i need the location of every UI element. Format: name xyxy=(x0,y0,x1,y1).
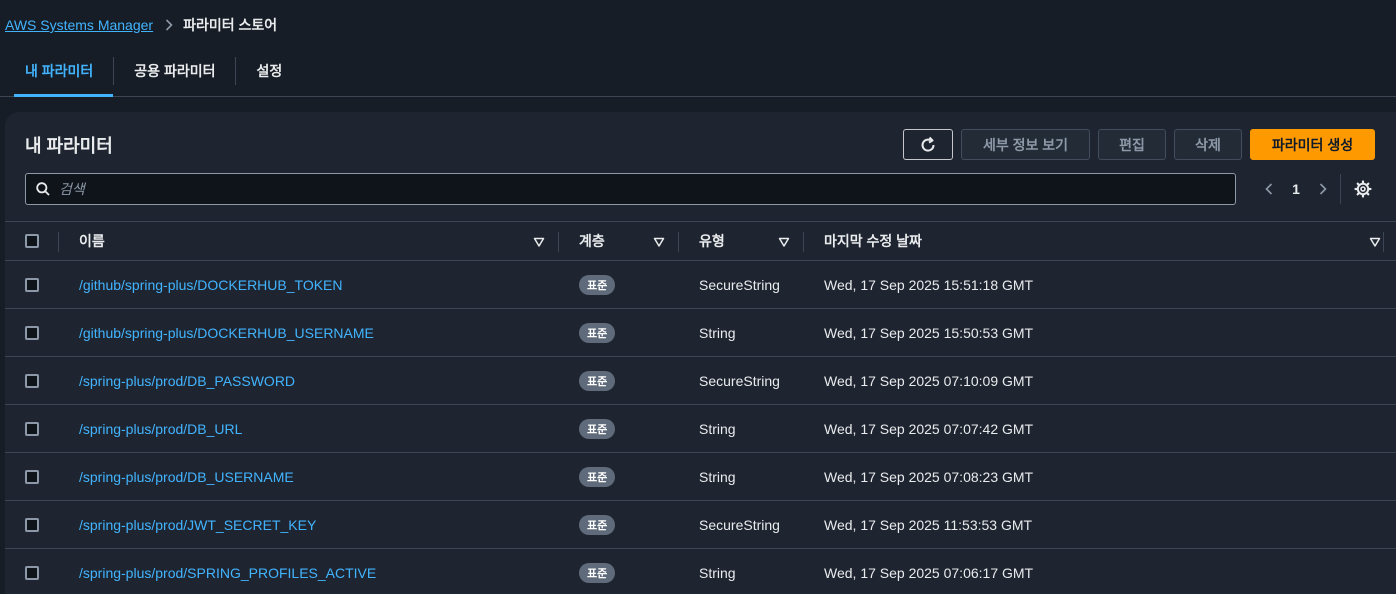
header-last-modified[interactable]: 마지막 수정 날짜 xyxy=(824,222,922,260)
row-select-cell xyxy=(25,501,39,548)
search-placeholder: 검색 xyxy=(59,181,85,197)
tier-badge: 표준 xyxy=(579,562,616,583)
table-row[interactable]: /github/spring-plus/DOCKERHUB_TOKEN 표준 S… xyxy=(5,261,1396,309)
tab-my-parameters[interactable]: 내 파라미터 xyxy=(7,46,114,97)
table-header: 이름 계층 유형 마지막 수정 날짜 xyxy=(5,221,1396,261)
select-all-checkbox[interactable] xyxy=(25,234,39,248)
table-row[interactable]: /spring-plus/prod/DB_USERNAME 표준 String … xyxy=(5,453,1396,501)
create-parameter-button[interactable]: 파라미터 생성 xyxy=(1250,129,1375,160)
column-divider xyxy=(58,232,59,252)
page-number[interactable]: 1 xyxy=(1278,181,1314,197)
header-type[interactable]: 유형 xyxy=(699,222,725,260)
header-tier[interactable]: 계층 xyxy=(579,222,605,260)
edit-button[interactable]: 편집 xyxy=(1098,129,1166,160)
parameter-type: SecureString xyxy=(699,276,780,293)
breadcrumb-current: 파라미터 스토어 xyxy=(183,17,278,33)
row-checkbox[interactable] xyxy=(25,517,39,532)
sort-down-icon[interactable] xyxy=(533,235,545,247)
column-divider xyxy=(1383,232,1384,252)
table-row[interactable]: /github/spring-plus/DOCKERHUB_USERNAME 표… xyxy=(5,309,1396,357)
sort-down-icon[interactable] xyxy=(1369,235,1381,247)
tier-badge: 표준 xyxy=(579,418,616,439)
pagination: 1 xyxy=(1260,179,1332,199)
table-row[interactable]: /spring-plus/prod/SPRING_PROFILES_ACTIVE… xyxy=(5,549,1396,594)
chevron-right-icon[interactable] xyxy=(1314,179,1332,199)
gear-icon[interactable] xyxy=(1353,179,1373,199)
table-row[interactable]: /spring-plus/prod/DB_URL 표준 String Wed, … xyxy=(5,405,1396,453)
header-name[interactable]: 이름 xyxy=(79,222,105,260)
parameter-name-link[interactable]: /github/spring-plus/DOCKERHUB_TOKEN xyxy=(79,277,343,293)
search-icon xyxy=(36,182,50,196)
parameter-type: String xyxy=(699,420,736,437)
tier-badge: 표준 xyxy=(579,322,616,343)
row-checkbox[interactable] xyxy=(25,373,39,388)
row-checkbox[interactable] xyxy=(25,325,39,340)
tier-badge: 표준 xyxy=(579,466,616,487)
row-select-cell xyxy=(25,405,39,452)
last-modified-date: Wed, 17 Sep 2025 07:06:17 GMT xyxy=(824,564,1034,581)
row-checkbox[interactable] xyxy=(25,421,39,436)
row-select-cell xyxy=(25,309,39,356)
table-row[interactable]: /spring-plus/prod/JWT_SECRET_KEY 표준 Secu… xyxy=(5,501,1396,549)
parameter-type: String xyxy=(699,468,736,485)
last-modified-date: Wed, 17 Sep 2025 15:51:18 GMT xyxy=(824,276,1034,293)
parameter-name-link[interactable]: /spring-plus/prod/DB_URL xyxy=(79,421,242,437)
parameter-type: String xyxy=(699,324,736,341)
tier-badge: 표준 xyxy=(579,514,616,535)
row-select-cell xyxy=(25,357,39,404)
parameter-type: SecureString xyxy=(699,372,780,389)
sort-down-icon[interactable] xyxy=(778,235,790,247)
chevron-left-icon[interactable] xyxy=(1260,179,1278,199)
panel-title: 내 파라미터 xyxy=(25,136,113,156)
tier-badge: 표준 xyxy=(579,274,616,295)
parameter-name-link[interactable]: /spring-plus/prod/DB_USERNAME xyxy=(79,469,294,485)
chevron-right-icon xyxy=(165,19,173,31)
tier-badge: 표준 xyxy=(579,370,616,391)
last-modified-date: Wed, 17 Sep 2025 11:53:53 GMT xyxy=(824,516,1033,533)
row-checkbox[interactable] xyxy=(25,277,39,292)
column-divider xyxy=(678,232,679,252)
last-modified-date: Wed, 17 Sep 2025 07:10:09 GMT xyxy=(824,372,1034,389)
last-modified-date: Wed, 17 Sep 2025 07:08:23 GMT xyxy=(824,468,1034,485)
table-body: /github/spring-plus/DOCKERHUB_TOKEN 표준 S… xyxy=(5,261,1396,594)
select-all-cell xyxy=(25,222,39,260)
parameter-name-link[interactable]: /spring-plus/prod/DB_PASSWORD xyxy=(79,373,295,389)
refresh-icon xyxy=(919,136,937,154)
row-checkbox[interactable] xyxy=(25,565,39,580)
column-divider xyxy=(558,232,559,252)
last-modified-date: Wed, 17 Sep 2025 15:50:53 GMT xyxy=(824,324,1034,341)
page: AWS Systems Manager 파라미터 스토어 내 파라미터 공용 파… xyxy=(0,0,1396,594)
tab-bar: 내 파라미터 공용 파라미터 설정 xyxy=(0,46,1396,97)
search-input[interactable]: 검색 xyxy=(25,173,1236,205)
sort-down-icon[interactable] xyxy=(653,235,665,247)
breadcrumb-systems-manager-link[interactable]: AWS Systems Manager xyxy=(5,17,153,33)
delete-button[interactable]: 삭제 xyxy=(1174,129,1242,160)
tab-settings[interactable]: 설정 xyxy=(236,46,302,96)
parameter-name-link[interactable]: /spring-plus/prod/JWT_SECRET_KEY xyxy=(79,517,316,533)
pager-divider xyxy=(1340,174,1341,204)
row-checkbox[interactable] xyxy=(25,469,39,484)
parameters-panel: 내 파라미터 세부 정보 보기 편집 삭제 파라미터 생성 검색 1 이름 계층… xyxy=(5,112,1396,594)
tab-public-parameters[interactable]: 공용 파라미터 xyxy=(114,46,235,96)
parameter-type: String xyxy=(699,564,736,581)
parameter-name-link[interactable]: /spring-plus/prod/SPRING_PROFILES_ACTIVE xyxy=(79,565,376,581)
view-details-button[interactable]: 세부 정보 보기 xyxy=(961,129,1090,160)
last-modified-date: Wed, 17 Sep 2025 07:07:42 GMT xyxy=(824,420,1034,437)
row-select-cell xyxy=(25,549,39,594)
table-row[interactable]: /spring-plus/prod/DB_PASSWORD 표준 SecureS… xyxy=(5,357,1396,405)
row-select-cell xyxy=(25,453,39,500)
parameter-name-link[interactable]: /github/spring-plus/DOCKERHUB_USERNAME xyxy=(79,325,374,341)
row-select-cell xyxy=(25,261,39,308)
breadcrumb: AWS Systems Manager 파라미터 스토어 xyxy=(5,14,277,36)
column-divider xyxy=(803,232,804,252)
action-bar: 세부 정보 보기 편집 삭제 파라미터 생성 xyxy=(903,129,1375,160)
parameter-type: SecureString xyxy=(699,516,780,533)
refresh-button[interactable] xyxy=(903,129,953,160)
